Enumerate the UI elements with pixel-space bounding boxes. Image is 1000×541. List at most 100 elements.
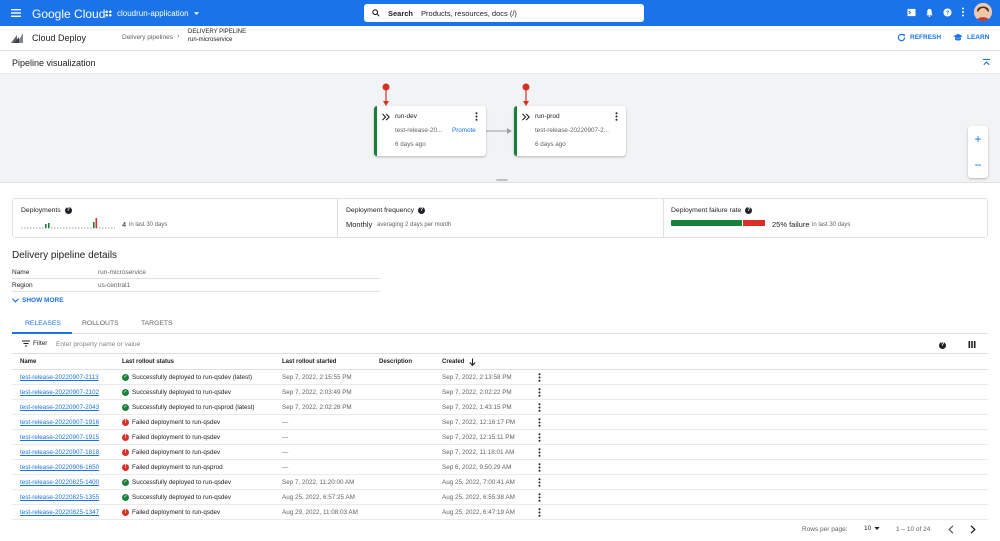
more-vert-icon[interactable] <box>538 463 541 472</box>
more-vert-icon[interactable] <box>538 403 541 412</box>
tab-targets[interactable]: TARGETS <box>141 320 173 327</box>
release-name-link[interactable]: test-release-20220907-2043 <box>20 404 99 411</box>
sort-arrow-down-icon[interactable] <box>469 358 476 366</box>
release-name-link[interactable]: test-release-20220907-1818 <box>20 449 99 456</box>
account-avatar[interactable] <box>974 3 992 21</box>
deployments-count: 4 <box>122 220 127 229</box>
error-icon: ! <box>122 448 129 456</box>
rollout-status-text: Successfully deployed to run-qsdev (late… <box>132 373 253 381</box>
release-created: Sep 7, 2022, 12:16:17 PM <box>442 419 516 426</box>
rollout-started: Sep 7, 2022, 2:02:28 PM <box>282 404 352 411</box>
table-row[interactable]: test-release-20220907-2113 ✓ Successfully … <box>12 370 988 385</box>
column-header-description[interactable]: Description <box>379 359 412 365</box>
table-row[interactable]: test-release-20220907-2043 ✓ Successfully … <box>12 400 988 415</box>
release-name-link[interactable]: test-release-20220907-1915 <box>20 434 99 441</box>
main-menu-icon[interactable] <box>9 6 23 20</box>
svg-text:?: ? <box>946 10 950 16</box>
help-icon[interactable]: ? <box>64 207 72 214</box>
collapse-icon[interactable] <box>982 58 991 67</box>
cloud-shell-icon[interactable] <box>907 8 916 17</box>
filter-button[interactable]: Filter <box>22 340 47 347</box>
column-header-created[interactable]: Created <box>442 359 464 365</box>
stage-release[interactable]: test-release-20220907-2... <box>535 127 609 134</box>
stage-connector-arrow <box>486 128 512 134</box>
rollout-status: ! Failed deployment to run-qsdev <box>122 448 221 456</box>
release-name-link[interactable]: test-release-20220907-2113 <box>20 374 99 381</box>
stage-release[interactable]: test-release-20... <box>395 127 442 134</box>
next-page-icon[interactable] <box>970 525 976 534</box>
help-icon[interactable]: ? <box>745 207 753 214</box>
notifications-icon[interactable] <box>925 8 934 17</box>
pagination: Rows per page: 10 1 – 10 of 24 <box>12 522 988 538</box>
table-row[interactable]: test-release-20220906-1650! Failed deploy… <box>12 460 988 475</box>
refresh-button[interactable]: REFRESH <box>897 33 941 42</box>
table-row[interactable]: test-release-20220825-1355 ✓ Successfully … <box>12 490 988 505</box>
filter-bar[interactable]: Filter Enter property name or value ? <box>12 336 988 354</box>
failure-rate-period: in last 30 days <box>812 221 851 228</box>
release-name-link[interactable]: test-release-20220825-1355 <box>20 494 99 501</box>
column-header-started[interactable]: Last rollout started <box>282 359 336 365</box>
table-row[interactable]: test-release-20220907-1818! Failed deploy… <box>12 445 988 460</box>
deployments-sparkline <box>21 218 115 229</box>
table-row[interactable]: test-release-20220825-1347! Failed deploy… <box>12 505 988 520</box>
table-row[interactable]: test-release-20220907-1915 ! Failed deploy… <box>12 430 988 445</box>
help-icon[interactable]: ? <box>939 341 946 349</box>
more-vert-icon[interactable] <box>538 448 541 457</box>
tab-rollouts[interactable]: ROLLOUTS <box>82 320 119 327</box>
column-display-icon[interactable] <box>968 341 976 348</box>
filter-icon <box>22 340 30 347</box>
more-vert-icon[interactable] <box>475 112 478 121</box>
more-vert-icon[interactable] <box>615 112 618 121</box>
rollout-status: ! Failed deployment to run-qsdev <box>122 433 220 441</box>
filter-input[interactable]: Enter property name or value <box>56 341 140 348</box>
zoom-out-button[interactable]: − <box>968 152 988 178</box>
previous-page-icon[interactable] <box>948 525 954 534</box>
more-vert-icon[interactable] <box>538 388 541 397</box>
help-icon[interactable]: ? <box>943 7 952 17</box>
table-body: test-release-20220907-2113 ✓ Successfully … <box>12 370 988 520</box>
table-row[interactable]: test-release-20220907-1916! Failed deploy… <box>12 415 988 430</box>
column-header-status[interactable]: Last rollout status <box>122 359 174 365</box>
search-box[interactable]: Search Products, resources, docs (/) <box>364 4 644 22</box>
google-cloud-logo[interactable]: Google Cloud <box>32 7 105 21</box>
rows-per-page-select[interactable]: 10 <box>864 525 880 532</box>
more-vert-icon[interactable] <box>538 433 541 442</box>
table-row[interactable]: test-release-20220825-1400 ✓ Successfully … <box>12 475 988 490</box>
more-vert-icon[interactable] <box>538 373 541 382</box>
help-icon[interactable]: ? <box>418 207 426 214</box>
stage-card-run-prod[interactable]: run-prod test-release-20220907-2... 6 da… <box>514 106 626 156</box>
release-name-link[interactable]: test-release-20220906-1650 <box>20 464 99 471</box>
more-vert-icon[interactable] <box>538 493 541 502</box>
more-vert-icon[interactable] <box>538 478 541 487</box>
rollout-started: — <box>282 434 289 441</box>
active-tab-indicator <box>12 332 72 334</box>
release-name-link[interactable]: test-release-20220825-1347 <box>20 509 99 516</box>
project-selector[interactable]: cloudrun-application <box>104 5 200 21</box>
more-vert-icon[interactable] <box>538 418 541 427</box>
show-more-button[interactable]: SHOW MORE <box>12 297 64 304</box>
promote-button[interactable]: Promote <box>452 127 476 134</box>
breadcrumb-delivery-pipelines[interactable]: Delivery pipelines <box>122 34 173 41</box>
resize-handle[interactable] <box>496 179 508 181</box>
release-name-link[interactable]: test-release-20220907-1916 <box>20 419 99 426</box>
error-icon: ! <box>122 433 129 441</box>
search-label: Search <box>388 8 414 18</box>
detail-value: us-central1 <box>98 282 131 289</box>
more-vert-icon[interactable] <box>961 7 965 17</box>
release-created: Aug 25, 2022, 6:47:19 AM <box>442 509 515 516</box>
show-more-label: SHOW MORE <box>22 297 64 304</box>
column-header-name[interactable]: Name <box>20 359 36 365</box>
rollout-status-text: Successfully deployed to run-qsdev <box>132 493 232 501</box>
rollout-started: Aug 25, 2022, 6:57:25 AM <box>282 494 355 501</box>
zoom-in-button[interactable]: + <box>968 126 988 152</box>
rollout-status-text: Failed deployment to run-qsdev <box>132 448 221 456</box>
tab-releases[interactable]: RELEASES <box>25 320 61 327</box>
release-name-link[interactable]: test-release-20220907-2102 <box>20 389 99 396</box>
learn-button[interactable]: LEARN <box>953 33 989 42</box>
stage-card-run-dev[interactable]: run-dev test-release-20... Promote 6 day… <box>374 106 486 156</box>
check-circle-icon: ✓ <box>122 478 129 486</box>
rollout-status-text: Failed deployment to run-qsprod <box>132 463 223 471</box>
more-vert-icon[interactable] <box>538 508 541 517</box>
table-row[interactable]: test-release-20220907-2102 ✓ Successfully … <box>12 385 988 400</box>
release-name-link[interactable]: test-release-20220825-1400 <box>20 479 99 486</box>
